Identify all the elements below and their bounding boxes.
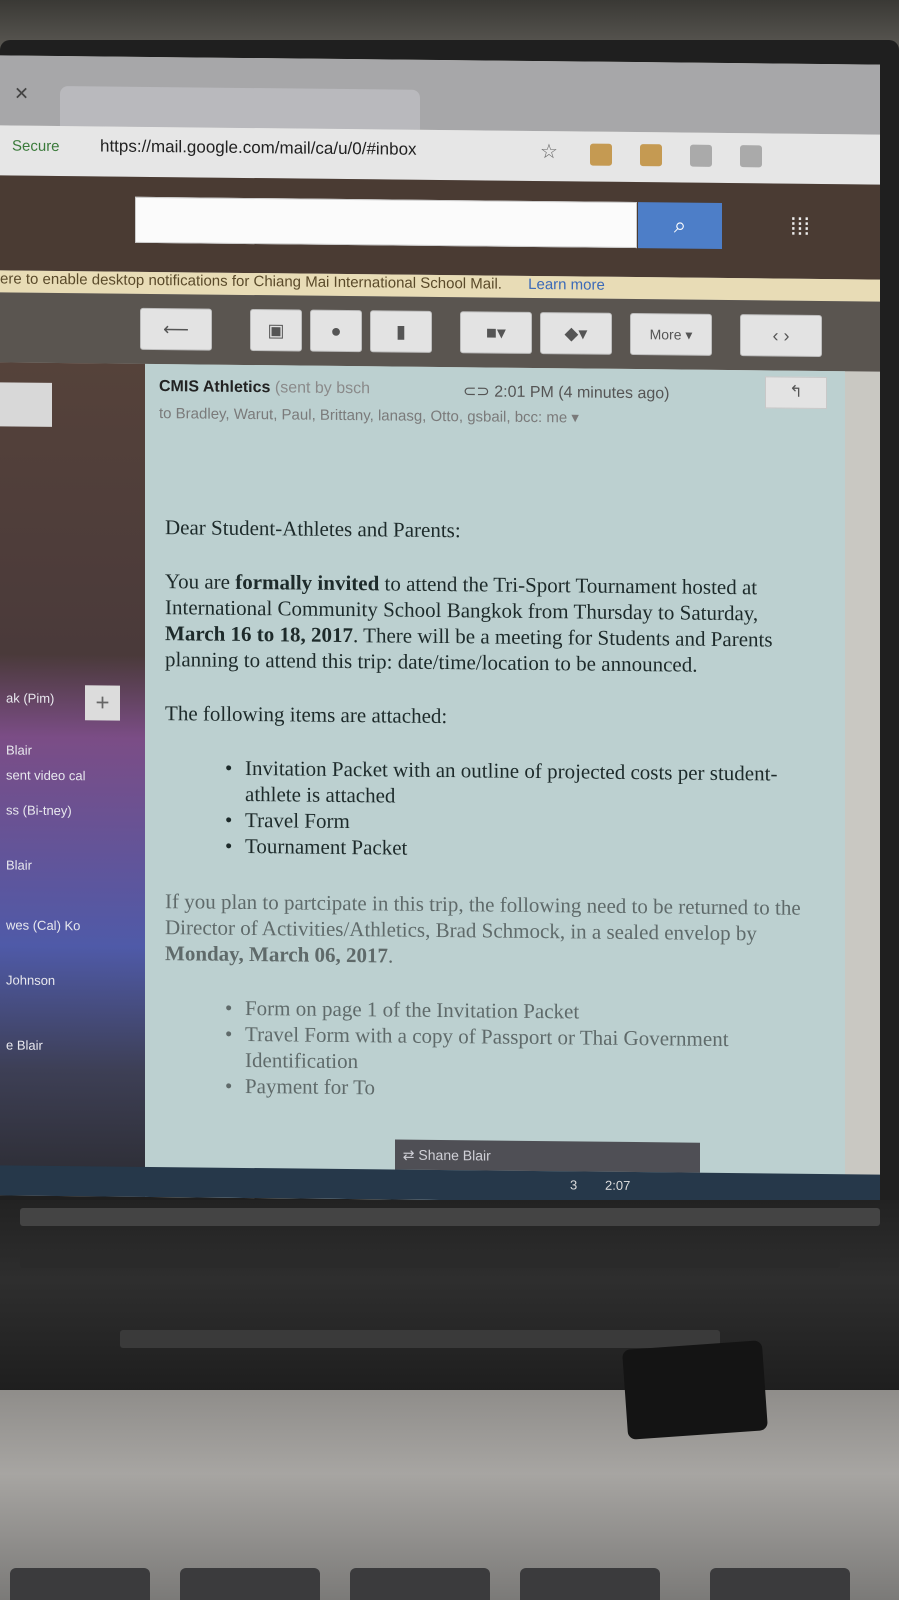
reply-button[interactable]: ↰ bbox=[765, 376, 827, 410]
browser-tab-bar: ✕ bbox=[0, 55, 880, 135]
list-item: Payment for To bbox=[245, 1073, 815, 1105]
key-row bbox=[20, 1208, 880, 1226]
sidebar-item[interactable]: ak (Pim) bbox=[6, 690, 54, 706]
gmail-header: ⌕ ⁞⁞⁞ bbox=[0, 175, 880, 280]
secure-label: Secure bbox=[12, 137, 60, 156]
sidebar-item[interactable]: sent video cal bbox=[6, 767, 86, 783]
key bbox=[180, 1568, 320, 1600]
trash-icon: ▮ bbox=[396, 321, 406, 342]
sidebar-item[interactable]: ss (Bi-tney) bbox=[6, 802, 72, 818]
chevron-down-icon[interactable]: ▾ bbox=[571, 409, 579, 426]
left-sidebar: ak (Pim) + Blair sent video cal ss (Bi-t… bbox=[0, 362, 145, 1197]
compose-button[interactable] bbox=[0, 382, 52, 427]
back-arrow-icon: ⟵ bbox=[163, 319, 189, 340]
report-spam-button[interactable]: ● bbox=[310, 309, 362, 353]
sidebar-item[interactable]: Johnson bbox=[6, 972, 55, 988]
clock: 2:07 bbox=[605, 1177, 631, 1193]
search-input[interactable] bbox=[135, 196, 637, 249]
attachment-list: Invitation Packet with an outline of pro… bbox=[165, 754, 815, 865]
key bbox=[350, 1568, 490, 1600]
greeting: Dear Student-Athletes and Parents: bbox=[165, 515, 461, 543]
extension-icon[interactable] bbox=[690, 144, 712, 167]
report-icon: ● bbox=[330, 320, 342, 341]
timestamp: ⊂⊃ 2:01 PM (4 minutes ago) bbox=[463, 383, 670, 403]
attachments-intro: The following items are attached: bbox=[165, 701, 448, 729]
recipients-line[interactable]: to Bradley, Warut, Paul, Brittany, lanas… bbox=[159, 404, 579, 426]
back-button[interactable]: ⟵ bbox=[140, 307, 212, 351]
message-toolbar: ⟵ ▣ ● ▮ ■▾ ◆▾ More ▾ ‹ › bbox=[0, 292, 880, 372]
sent-by: (sent by bsch bbox=[274, 379, 371, 398]
email-view: CMIS Athletics (sent by bsch ⊂⊃ 2:01 PM … bbox=[145, 363, 845, 1205]
list-item: Invitation Packet with an outline of pro… bbox=[245, 755, 815, 813]
close-icon[interactable]: ✕ bbox=[14, 84, 29, 105]
delete-button[interactable]: ▮ bbox=[370, 310, 432, 353]
more-button[interactable]: More ▾ bbox=[630, 312, 712, 356]
add-hangout-button[interactable]: + bbox=[85, 685, 120, 721]
chat-window-bar[interactable]: ⇄ Shane Blair bbox=[395, 1139, 700, 1173]
extension-icon[interactable] bbox=[590, 143, 612, 166]
sender-name[interactable]: CMIS Athletics bbox=[159, 378, 270, 396]
key bbox=[710, 1568, 850, 1600]
archive-icon: ▣ bbox=[267, 320, 285, 341]
browser-tab[interactable] bbox=[60, 86, 420, 130]
learn-more-link[interactable]: Learn more bbox=[528, 276, 605, 294]
archive-button[interactable]: ▣ bbox=[250, 309, 302, 352]
laptop-screen: ✕ Secure https://mail.google.com/mail/ca… bbox=[0, 55, 880, 1205]
search-icon: ⌕ bbox=[673, 212, 687, 238]
attachment-icon: ⊂⊃ bbox=[463, 383, 490, 401]
bookmark-star-icon[interactable]: ☆ bbox=[540, 139, 558, 164]
requirements-list: Form on page 1 of the Invitation Packet … bbox=[165, 994, 815, 1105]
apps-grid-icon[interactable]: ⁞⁞⁞ bbox=[790, 214, 810, 242]
reply-icon: ↰ bbox=[789, 383, 803, 401]
requirements-paragraph: If you plan to partcipate in this trip, … bbox=[165, 889, 801, 968]
sender-line: CMIS Athletics (sent by bsch bbox=[159, 378, 370, 398]
list-item: Tournament Packet bbox=[245, 833, 815, 865]
notification-badge[interactable]: 3 bbox=[570, 1177, 577, 1192]
key-row bbox=[120, 1330, 720, 1348]
url-text[interactable]: https://mail.google.com/mail/ca/u/0/#inb… bbox=[100, 136, 417, 159]
sidebar-item[interactable]: e Blair bbox=[6, 1037, 43, 1052]
laptop-clip bbox=[622, 1340, 768, 1440]
key bbox=[10, 1568, 150, 1600]
label-icon: ◆▾ bbox=[564, 323, 588, 344]
key bbox=[520, 1568, 660, 1600]
extension-icon[interactable] bbox=[740, 145, 762, 168]
chat-icon: ⇄ bbox=[402, 1146, 415, 1163]
sidebar-item[interactable]: Blair bbox=[6, 857, 32, 872]
search-button[interactable]: ⌕ bbox=[638, 202, 722, 249]
move-to-button[interactable]: ■▾ bbox=[460, 311, 532, 354]
key-row bbox=[20, 1250, 840, 1268]
labels-button[interactable]: ◆▾ bbox=[540, 312, 612, 355]
keyboard bbox=[0, 1200, 899, 1400]
invitation-paragraph: You are formally invited to attend the T… bbox=[165, 569, 773, 677]
folder-icon: ■▾ bbox=[486, 322, 506, 343]
email-body: Dear Student-Athletes and Parents: You a… bbox=[165, 514, 815, 1135]
sidebar-item[interactable]: Blair bbox=[6, 742, 32, 757]
pager-buttons[interactable]: ‹ › bbox=[740, 314, 822, 358]
list-item: Travel Form with a copy of Passport or T… bbox=[245, 1021, 815, 1079]
extension-icon[interactable] bbox=[640, 144, 662, 167]
sidebar-item[interactable]: wes (Cal) Ko bbox=[6, 917, 80, 933]
more-label: More bbox=[649, 326, 682, 343]
chat-name: Shane Blair bbox=[418, 1146, 491, 1164]
